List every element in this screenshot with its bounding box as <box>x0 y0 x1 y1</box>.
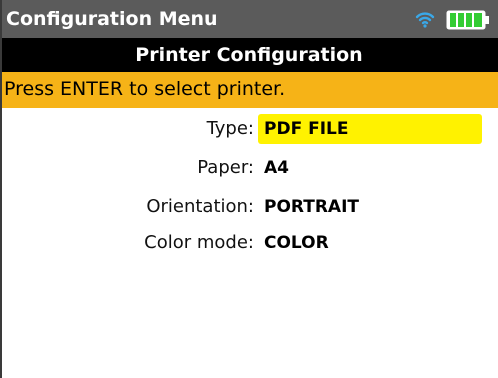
paper-value[interactable]: A4 <box>264 158 289 178</box>
color-mode-value[interactable]: COLOR <box>264 233 329 253</box>
color-mode-label: Color mode: <box>144 232 254 253</box>
screen-edge <box>0 0 2 378</box>
wifi-icon <box>415 9 435 29</box>
orientation-value[interactable]: PORTRAIT <box>264 197 359 217</box>
orientation-label: Orientation: <box>146 196 254 217</box>
menu-title: Configuration Menu <box>6 8 218 30</box>
instruction-text: Press ENTER to select printer. <box>4 78 286 100</box>
screen-title-bar: Printer Configuration <box>0 38 498 72</box>
instruction-bar: Press ENTER to select printer. <box>0 72 498 108</box>
title-bar: Configuration Menu <box>0 0 498 38</box>
paper-label: Paper: <box>197 157 254 178</box>
type-label: Type: <box>206 118 254 139</box>
type-value[interactable]: PDF FILE <box>264 119 349 139</box>
battery-icon <box>446 10 490 30</box>
device-screen: Configuration Menu Printer Configuration <box>0 0 498 378</box>
screen-title: Printer Configuration <box>135 44 363 66</box>
